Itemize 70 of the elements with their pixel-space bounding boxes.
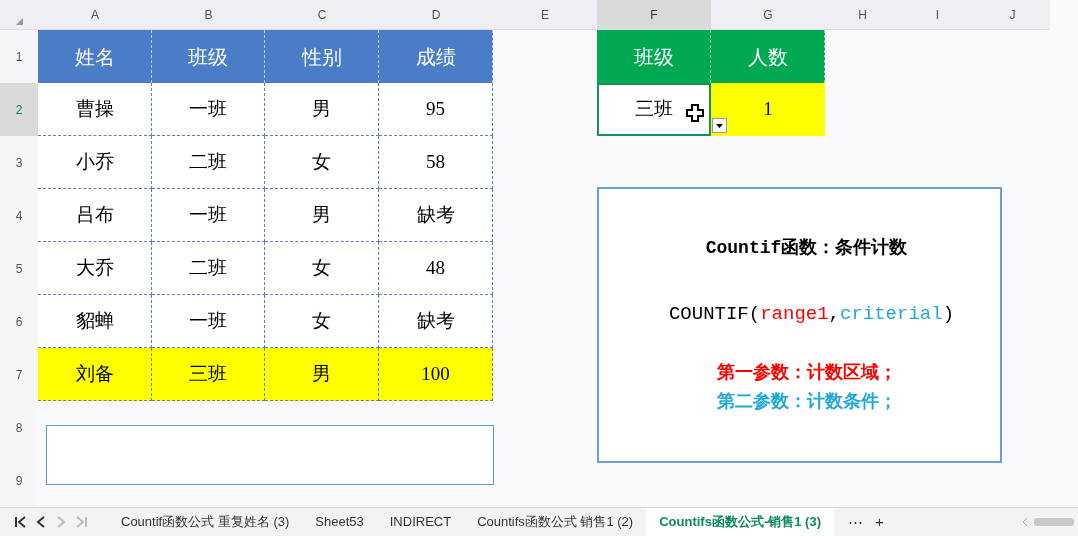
table-cell: 男 [265,83,379,136]
column-header[interactable]: E [493,0,597,30]
column-header[interactable]: D [379,0,493,30]
column-header[interactable]: B [152,0,265,30]
table-cell: 48 [379,242,493,295]
column-header[interactable]: C [265,0,379,30]
sheet-tab[interactable]: Countif函数公式 重复姓名 (3) [108,508,303,536]
sheet-tab[interactable]: Countifs函数公式 销售1 (2) [464,508,647,536]
empty-text-box[interactable] [46,425,494,485]
caret-icon [716,123,723,128]
table-cell: 一班 [152,83,265,136]
table-cell: 二班 [152,242,265,295]
table-header-cell: 人数 [711,30,825,83]
table-cell: 二班 [152,136,265,189]
table-cell: 吕布 [38,189,152,242]
table-header-cell: 性别 [265,30,379,83]
column-header[interactable]: J [975,0,1050,30]
formula-text: COUNTIF(range1,criterial) [668,302,955,327]
row-header[interactable]: 6 [0,295,38,348]
table-header-cell: 姓名 [38,30,152,83]
row-header[interactable]: 1 [0,30,38,83]
table-cell: 小乔 [38,136,152,189]
first-sheet-icon[interactable] [14,515,28,529]
table-cell: 貂蝉 [38,295,152,348]
table-cell: 一班 [152,189,265,242]
table-cell: 三班 [152,348,265,401]
scroll-left-icon[interactable] [1022,517,1028,527]
more-tabs-button[interactable]: ⋯ [841,508,869,536]
column-header[interactable]: G [711,0,825,30]
column-header[interactable]: A [38,0,152,30]
table-header-cell: 成绩 [379,30,493,83]
table-cell: 刘备 [38,348,152,401]
row-header[interactable]: 7 [0,348,38,401]
sheet-tab[interactable]: Countifs函数公式-销售1 (3) [646,508,834,536]
dropdown-button[interactable] [712,118,727,133]
sheet-tab[interactable]: INDIRECT [376,508,465,536]
table-cell: 100 [379,348,493,401]
table-cell: 男 [265,348,379,401]
note-title: Countif函数：条件计数 [705,236,908,260]
table-cell: 1 [711,83,825,136]
cross-cursor-icon [686,104,704,122]
table-cell: 95 [379,83,493,136]
row-header[interactable]: 3 [0,136,38,189]
table-cell: 缺考 [379,189,493,242]
select-all-icon[interactable] [15,18,23,25]
row-header[interactable]: 5 [0,242,38,295]
table-cell: 58 [379,136,493,189]
note-text: 第一参数：计数区域； [716,360,897,384]
add-sheet-button[interactable]: + [868,508,890,536]
row-header[interactable]: 9 [0,454,38,507]
table-cell: 女 [265,295,379,348]
row-header[interactable]: 4 [0,189,38,242]
table-header-cell: 班级 [152,30,265,83]
row-header[interactable]: 2 [0,83,38,136]
table-cell: 一班 [152,295,265,348]
table-cell: 女 [265,136,379,189]
sheet-tab[interactable]: Sheet53 [302,508,377,536]
column-header[interactable]: I [900,0,975,30]
table-cell: 男 [265,189,379,242]
column-header[interactable]: H [825,0,900,30]
table-cell: 大乔 [38,242,152,295]
note-text: 第二参数：计数条件； [716,389,897,413]
table-header-cell: 班级 [597,30,711,83]
column-header[interactable]: F [597,0,711,30]
input-field[interactable]: 三班 [597,83,711,136]
table-cell: 缺考 [379,295,493,348]
table-cell: 女 [265,242,379,295]
table-cell: 曹操 [38,83,152,136]
scrollbar-thumb[interactable] [1034,518,1074,526]
row-header[interactable]: 8 [0,401,38,454]
